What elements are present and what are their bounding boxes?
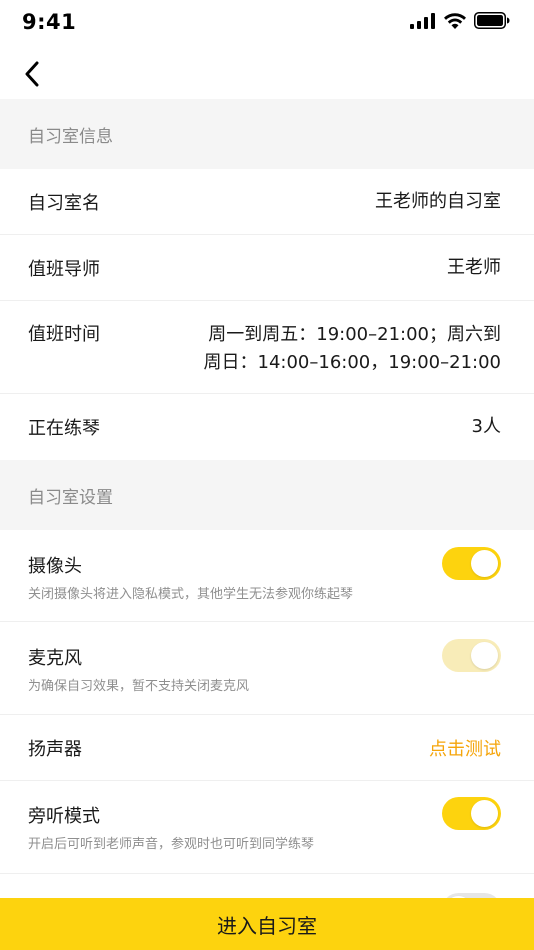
teacher-value: 王老师 xyxy=(447,256,501,278)
section-header-settings: 自习室设置 xyxy=(0,460,534,530)
chevron-left-icon xyxy=(25,61,39,87)
listen-mode-title: 旁听模式 xyxy=(28,806,100,827)
duty-time-line-2: 周日：14:00–16:00，19:00–21:00 xyxy=(203,352,502,373)
room-name-label: 自习室名 xyxy=(28,192,100,214)
microphone-toggle xyxy=(442,639,501,672)
camera-desc: 关闭摄像头将进入隐私模式，其他学生无法参观你练起琴 xyxy=(28,587,354,602)
toggle-knob xyxy=(471,642,498,669)
microphone-setting-row: 麦克风 为确保自习效果，暂不支持关闭麦克风 xyxy=(0,622,534,715)
teacher-label: 值班导师 xyxy=(28,258,100,280)
cellular-signal-icon xyxy=(410,12,435,29)
camera-toggle[interactable] xyxy=(442,547,501,580)
speaker-setting-row: 扬声器 点击测试 xyxy=(0,715,534,781)
practicing-row: 正在练琴 3人 xyxy=(0,394,534,460)
camera-title: 摄像头 xyxy=(28,556,82,577)
practicing-count: 3人 xyxy=(471,416,501,437)
duty-time-row: 值班时间 周一到周五：19:00–21:00；周六到 周日：14:00–16:0… xyxy=(0,301,534,394)
speaker-test-link[interactable]: 点击测试 xyxy=(429,735,501,761)
duty-time-value: 周一到周五：19:00–21:00；周六到 周日：14:00–16:00，19:… xyxy=(204,321,502,377)
duty-time-label: 值班时间 xyxy=(28,324,100,345)
practicing-label: 正在练琴 xyxy=(28,418,100,439)
room-name-value: 王老师的自习室 xyxy=(375,190,501,212)
teacher-row: 值班导师 王老师 xyxy=(0,235,534,301)
content-scroll[interactable]: 自习室信息 自习室名 王老师的自习室 值班导师 王老师 值班时间 周一到周五：1… xyxy=(0,99,534,898)
status-icons xyxy=(410,12,510,29)
next-setting-row xyxy=(0,874,534,898)
toggle-knob xyxy=(471,800,498,827)
status-bar: 9:41 xyxy=(0,0,534,44)
microphone-title: 麦克风 xyxy=(28,648,82,669)
battery-icon xyxy=(474,12,510,29)
back-button[interactable] xyxy=(16,58,48,90)
listen-mode-setting-row: 旁听模式 开启后可听到老师声音，参观时也可听到同学练琴 xyxy=(0,781,534,874)
duty-time-line-1: 周一到周五：19:00–21:00；周六到 xyxy=(208,324,501,345)
microphone-desc: 为确保自习效果，暂不支持关闭麦克风 xyxy=(28,679,250,694)
listen-mode-desc: 开启后可听到老师声音，参观时也可听到同学练琴 xyxy=(28,837,315,852)
speaker-title: 扬声器 xyxy=(28,739,82,760)
status-time: 9:41 xyxy=(22,10,77,34)
nav-bar xyxy=(0,44,534,100)
enter-room-button[interactable]: 进入自习室 xyxy=(0,898,534,950)
wifi-icon xyxy=(444,12,466,29)
section-header-room-info: 自习室信息 xyxy=(0,99,534,169)
listen-mode-toggle[interactable] xyxy=(442,797,501,830)
room-name-row: 自习室名 王老师的自习室 xyxy=(0,169,534,235)
toggle-knob xyxy=(471,550,498,577)
camera-setting-row: 摄像头 关闭摄像头将进入隐私模式，其他学生无法参观你练起琴 xyxy=(0,530,534,622)
